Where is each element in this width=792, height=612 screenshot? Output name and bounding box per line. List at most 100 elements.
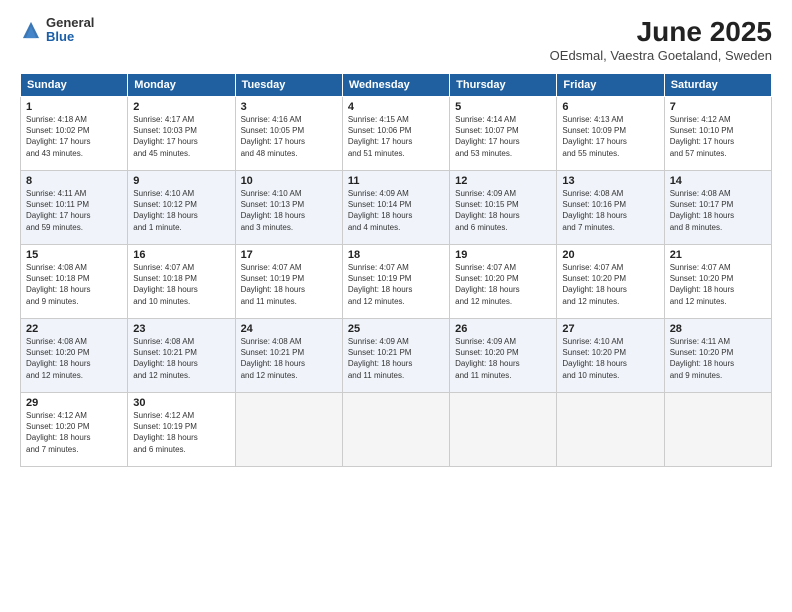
day-info: Sunrise: 4:10 AM Sunset: 10:12 PM Daylig… [133, 188, 229, 233]
calendar-cell: 22Sunrise: 4:08 AM Sunset: 10:20 PM Dayl… [21, 319, 128, 393]
day-number: 2 [133, 101, 229, 113]
day-info: Sunrise: 4:09 AM Sunset: 10:21 PM Daylig… [348, 336, 444, 381]
day-info: Sunrise: 4:14 AM Sunset: 10:07 PM Daylig… [455, 114, 551, 159]
col-tuesday: Tuesday [235, 74, 342, 97]
calendar-cell: 11Sunrise: 4:09 AM Sunset: 10:14 PM Dayl… [342, 171, 449, 245]
day-number: 20 [562, 249, 658, 261]
calendar-cell [557, 393, 664, 467]
calendar-cell: 19Sunrise: 4:07 AM Sunset: 10:20 PM Dayl… [450, 245, 557, 319]
day-number: 11 [348, 175, 444, 187]
page: General Blue June 2025 OEdsmal, Vaestra … [0, 0, 792, 612]
day-number: 9 [133, 175, 229, 187]
day-info: Sunrise: 4:09 AM Sunset: 10:15 PM Daylig… [455, 188, 551, 233]
day-number: 22 [26, 323, 122, 335]
calendar-cell: 20Sunrise: 4:07 AM Sunset: 10:20 PM Dayl… [557, 245, 664, 319]
day-number: 7 [670, 101, 766, 113]
logo: General Blue [20, 16, 94, 45]
day-number: 26 [455, 323, 551, 335]
calendar-cell: 9Sunrise: 4:10 AM Sunset: 10:12 PM Dayli… [128, 171, 235, 245]
day-number: 15 [26, 249, 122, 261]
day-number: 3 [241, 101, 337, 113]
header: General Blue June 2025 OEdsmal, Vaestra … [20, 16, 772, 63]
calendar-cell: 26Sunrise: 4:09 AM Sunset: 10:20 PM Dayl… [450, 319, 557, 393]
day-info: Sunrise: 4:11 AM Sunset: 10:20 PM Daylig… [670, 336, 766, 381]
day-number: 19 [455, 249, 551, 261]
col-sunday: Sunday [21, 74, 128, 97]
day-number: 4 [348, 101, 444, 113]
col-monday: Monday [128, 74, 235, 97]
day-info: Sunrise: 4:07 AM Sunset: 10:20 PM Daylig… [562, 262, 658, 307]
day-info: Sunrise: 4:08 AM Sunset: 10:18 PM Daylig… [26, 262, 122, 307]
day-info: Sunrise: 4:07 AM Sunset: 10:18 PM Daylig… [133, 262, 229, 307]
calendar-week-4: 29Sunrise: 4:12 AM Sunset: 10:20 PM Dayl… [21, 393, 772, 467]
calendar-header-row: Sunday Monday Tuesday Wednesday Thursday… [21, 74, 772, 97]
calendar-cell: 16Sunrise: 4:07 AM Sunset: 10:18 PM Dayl… [128, 245, 235, 319]
calendar-cell: 24Sunrise: 4:08 AM Sunset: 10:21 PM Dayl… [235, 319, 342, 393]
calendar-cell [235, 393, 342, 467]
day-number: 18 [348, 249, 444, 261]
title-month: June 2025 [550, 16, 772, 48]
calendar-cell: 4Sunrise: 4:15 AM Sunset: 10:06 PM Dayli… [342, 97, 449, 171]
calendar-cell: 27Sunrise: 4:10 AM Sunset: 10:20 PM Dayl… [557, 319, 664, 393]
day-info: Sunrise: 4:09 AM Sunset: 10:20 PM Daylig… [455, 336, 551, 381]
logo-icon [20, 19, 42, 41]
calendar-cell: 10Sunrise: 4:10 AM Sunset: 10:13 PM Dayl… [235, 171, 342, 245]
calendar-cell: 3Sunrise: 4:16 AM Sunset: 10:05 PM Dayli… [235, 97, 342, 171]
day-info: Sunrise: 4:12 AM Sunset: 10:20 PM Daylig… [26, 410, 122, 455]
day-number: 13 [562, 175, 658, 187]
day-number: 30 [133, 397, 229, 409]
calendar-cell: 8Sunrise: 4:11 AM Sunset: 10:11 PM Dayli… [21, 171, 128, 245]
logo-text: General Blue [46, 16, 94, 45]
day-info: Sunrise: 4:13 AM Sunset: 10:09 PM Daylig… [562, 114, 658, 159]
col-wednesday: Wednesday [342, 74, 449, 97]
day-number: 21 [670, 249, 766, 261]
calendar-cell: 28Sunrise: 4:11 AM Sunset: 10:20 PM Dayl… [664, 319, 771, 393]
day-info: Sunrise: 4:17 AM Sunset: 10:03 PM Daylig… [133, 114, 229, 159]
col-thursday: Thursday [450, 74, 557, 97]
day-number: 29 [26, 397, 122, 409]
day-number: 10 [241, 175, 337, 187]
day-number: 28 [670, 323, 766, 335]
day-info: Sunrise: 4:08 AM Sunset: 10:16 PM Daylig… [562, 188, 658, 233]
day-info: Sunrise: 4:07 AM Sunset: 10:20 PM Daylig… [670, 262, 766, 307]
day-info: Sunrise: 4:08 AM Sunset: 10:21 PM Daylig… [241, 336, 337, 381]
day-number: 16 [133, 249, 229, 261]
day-info: Sunrise: 4:10 AM Sunset: 10:13 PM Daylig… [241, 188, 337, 233]
logo-blue-label: Blue [46, 30, 94, 44]
day-number: 17 [241, 249, 337, 261]
col-saturday: Saturday [664, 74, 771, 97]
day-number: 14 [670, 175, 766, 187]
calendar-cell: 30Sunrise: 4:12 AM Sunset: 10:19 PM Dayl… [128, 393, 235, 467]
calendar-cell: 14Sunrise: 4:08 AM Sunset: 10:17 PM Dayl… [664, 171, 771, 245]
calendar-cell: 2Sunrise: 4:17 AM Sunset: 10:03 PM Dayli… [128, 97, 235, 171]
day-info: Sunrise: 4:12 AM Sunset: 10:19 PM Daylig… [133, 410, 229, 455]
calendar-cell: 13Sunrise: 4:08 AM Sunset: 10:16 PM Dayl… [557, 171, 664, 245]
day-info: Sunrise: 4:16 AM Sunset: 10:05 PM Daylig… [241, 114, 337, 159]
calendar-week-1: 8Sunrise: 4:11 AM Sunset: 10:11 PM Dayli… [21, 171, 772, 245]
day-info: Sunrise: 4:18 AM Sunset: 10:02 PM Daylig… [26, 114, 122, 159]
calendar-cell: 6Sunrise: 4:13 AM Sunset: 10:09 PM Dayli… [557, 97, 664, 171]
calendar-week-0: 1Sunrise: 4:18 AM Sunset: 10:02 PM Dayli… [21, 97, 772, 171]
day-info: Sunrise: 4:07 AM Sunset: 10:20 PM Daylig… [455, 262, 551, 307]
calendar-cell [664, 393, 771, 467]
calendar-cell: 1Sunrise: 4:18 AM Sunset: 10:02 PM Dayli… [21, 97, 128, 171]
calendar-cell [342, 393, 449, 467]
day-number: 23 [133, 323, 229, 335]
day-info: Sunrise: 4:08 AM Sunset: 10:20 PM Daylig… [26, 336, 122, 381]
logo-general-label: General [46, 16, 94, 30]
day-number: 24 [241, 323, 337, 335]
day-info: Sunrise: 4:08 AM Sunset: 10:21 PM Daylig… [133, 336, 229, 381]
title-block: June 2025 OEdsmal, Vaestra Goetaland, Sw… [550, 16, 772, 63]
calendar-cell: 17Sunrise: 4:07 AM Sunset: 10:19 PM Dayl… [235, 245, 342, 319]
day-info: Sunrise: 4:12 AM Sunset: 10:10 PM Daylig… [670, 114, 766, 159]
calendar-cell: 21Sunrise: 4:07 AM Sunset: 10:20 PM Dayl… [664, 245, 771, 319]
calendar-cell: 7Sunrise: 4:12 AM Sunset: 10:10 PM Dayli… [664, 97, 771, 171]
col-friday: Friday [557, 74, 664, 97]
calendar-cell: 23Sunrise: 4:08 AM Sunset: 10:21 PM Dayl… [128, 319, 235, 393]
day-number: 1 [26, 101, 122, 113]
day-info: Sunrise: 4:08 AM Sunset: 10:17 PM Daylig… [670, 188, 766, 233]
calendar-week-3: 22Sunrise: 4:08 AM Sunset: 10:20 PM Dayl… [21, 319, 772, 393]
calendar-table: Sunday Monday Tuesday Wednesday Thursday… [20, 73, 772, 467]
calendar-cell: 18Sunrise: 4:07 AM Sunset: 10:19 PM Dayl… [342, 245, 449, 319]
title-location: OEdsmal, Vaestra Goetaland, Sweden [550, 48, 772, 63]
